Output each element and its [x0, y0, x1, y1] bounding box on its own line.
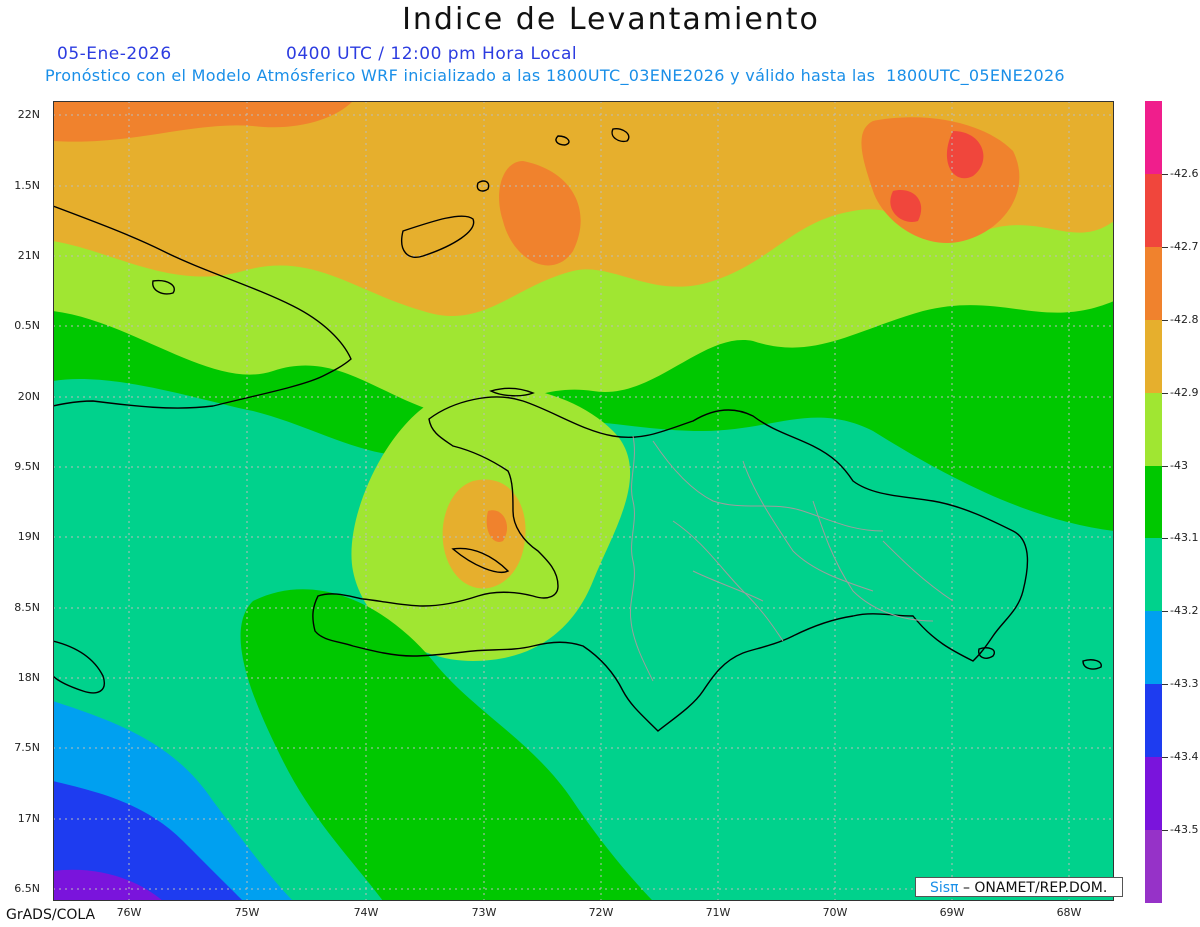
colorbar-tick [1162, 830, 1168, 832]
grads-credit: GrADS/COLA [6, 907, 96, 923]
lat-label: 7.5N [14, 741, 40, 754]
colorbar-swatch [1145, 319, 1162, 394]
lat-label: 9.5N [14, 460, 40, 473]
colorbar-swatch [1145, 101, 1162, 175]
lat-label: 8.5N [14, 601, 40, 614]
lon-label: 70W [822, 906, 848, 919]
lon-label: 74W [353, 906, 379, 919]
lon-label: 69W [939, 906, 965, 919]
colorbar-swatch [1145, 465, 1162, 539]
lat-label: 0.5N [14, 319, 40, 332]
colorbar-tick [1162, 757, 1168, 759]
lat-label: 19N [17, 530, 40, 543]
colorbar-swatch [1145, 757, 1162, 831]
logo-sispi-text: Sisπ [930, 880, 959, 896]
colorbar-label: -43.1 [1170, 531, 1199, 545]
colorbar-swatch [1145, 684, 1162, 758]
forecast-time: 0400 UTC / 12:00 pm Hora Local [286, 44, 578, 64]
colorbar-swatch [1145, 246, 1162, 321]
colorbar-swatch [1145, 173, 1162, 248]
lat-label: 20N [17, 390, 40, 403]
lat-label: 6.5N [14, 882, 40, 895]
lon-label: 71W [705, 906, 731, 919]
lat-label: 18N [17, 671, 40, 684]
colorbar-tick [1162, 611, 1168, 613]
colorbar-tick [1162, 319, 1168, 321]
lon-label: 76W [116, 906, 142, 919]
lon-label: 75W [234, 906, 260, 919]
lat-label: 1.5N [14, 179, 40, 192]
map-svg [53, 101, 1114, 901]
colorbar-swatch [1145, 611, 1162, 685]
colorbar-tick [1162, 684, 1168, 686]
colorbar-tick [1162, 392, 1168, 394]
colorbar-swatch [1145, 830, 1162, 904]
forecast-date: 05-Ene-2026 [57, 44, 172, 64]
colorbar-label: -43.4 [1170, 750, 1199, 764]
sispi-onamet-logo: Sisπ – ONAMET/REP.DOM. [915, 877, 1123, 897]
colorbar-label: -43.5 [1170, 823, 1199, 837]
lifted-index-map [53, 101, 1114, 901]
lat-label: 22N [17, 108, 40, 121]
lat-label: 17N [17, 812, 40, 825]
colorbar-label: -43.3 [1170, 677, 1199, 691]
colorbar-tick [1162, 538, 1168, 540]
logo-onamet-text: – ONAMET/REP.DOM. [958, 880, 1108, 896]
lat-label: 21N [17, 249, 40, 262]
colorbar-label: -43.2 [1170, 604, 1199, 618]
colorbar-label: -42.9 [1170, 385, 1199, 399]
lon-label: 72W [588, 906, 614, 919]
colorbar-label: -42.7 [1170, 239, 1199, 253]
colorbar-swatch [1145, 392, 1162, 467]
colorbar-tick [1162, 465, 1168, 467]
lon-label: 73W [471, 906, 497, 919]
colorbar-tick [1162, 246, 1168, 248]
colorbar-label: -42.8 [1170, 312, 1199, 326]
lon-label: 68W [1056, 906, 1082, 919]
map-title: Indice de Levantamiento [402, 2, 820, 37]
forecast-description: Pronóstico con el Modelo Atmósferico WRF… [45, 66, 1065, 85]
colorbar-label: -42.6 [1170, 166, 1199, 180]
colorbar-swatch [1145, 538, 1162, 612]
colorbar [1145, 101, 1162, 904]
colorbar-label: -43 [1170, 458, 1188, 472]
colorbar-tick [1162, 173, 1168, 175]
